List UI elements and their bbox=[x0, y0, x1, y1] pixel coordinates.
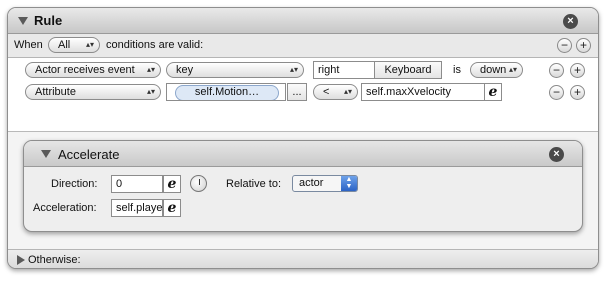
event-key-type-popup[interactable]: key ▴▾ bbox=[166, 62, 304, 78]
disclosure-triangle-icon[interactable] bbox=[41, 150, 51, 158]
remove-row-button[interactable]: − bbox=[549, 63, 564, 78]
direction-field[interactable]: 0 bbox=[111, 175, 163, 193]
add-condition-button[interactable]: + bbox=[576, 38, 591, 53]
condition-type-popup[interactable]: Attribute ▴▾ bbox=[25, 84, 161, 100]
key-field[interactable]: right bbox=[313, 61, 375, 79]
popup-arrows-icon: ▴▾ bbox=[343, 87, 352, 96]
otherwise-bar[interactable]: Otherwise: bbox=[8, 249, 598, 268]
rule-title: Rule bbox=[34, 13, 63, 28]
event-type-value: Actor receives event bbox=[35, 64, 135, 76]
attribute-field[interactable]: self.Motion… bbox=[166, 83, 286, 101]
remove-condition-button[interactable]: − bbox=[557, 38, 572, 53]
expression-editor-icon[interactable]: e bbox=[163, 175, 181, 193]
compare-value-field[interactable]: self.maxXvelocity bbox=[361, 83, 485, 101]
rule-header[interactable]: Rule × bbox=[8, 8, 598, 34]
is-label: is bbox=[453, 64, 461, 76]
direction-dial-icon[interactable] bbox=[190, 175, 207, 192]
accelerate-panel: Accelerate × Direction: 0 e Relative to:… bbox=[23, 140, 583, 232]
popup-arrows-icon: ▴▾ bbox=[289, 65, 298, 74]
relative-to-label: Relative to: bbox=[226, 178, 282, 190]
close-rule-icon[interactable]: × bbox=[563, 14, 578, 29]
add-row-button[interactable]: + bbox=[570, 63, 585, 78]
popup-arrows-icon: ▴▾ bbox=[146, 65, 155, 74]
relative-to-value: actor bbox=[299, 177, 324, 189]
expression-editor-icon[interactable]: e bbox=[484, 83, 502, 101]
keyboard-button[interactable]: Keyboard bbox=[374, 61, 442, 79]
condition-type-value: Attribute bbox=[35, 86, 76, 98]
operator-popup[interactable]: < ▴▾ bbox=[313, 84, 358, 100]
dial-pointer bbox=[199, 179, 200, 185]
expression-editor-icon[interactable]: e bbox=[163, 199, 181, 217]
attribute-browse-button[interactable]: ... bbox=[287, 83, 307, 101]
key-state-value: down bbox=[480, 64, 507, 76]
conditions-list: Actor receives event ▴▾ key ▴▾ right Key… bbox=[8, 58, 598, 132]
acceleration-field[interactable]: self.player bbox=[111, 199, 163, 217]
add-row-button[interactable]: + bbox=[570, 85, 585, 100]
key-state-popup[interactable]: down ▴▾ bbox=[470, 62, 523, 78]
conditions-label: conditions are valid: bbox=[106, 39, 204, 51]
when-bar: When All ▴▾ conditions are valid: − + bbox=[8, 34, 598, 58]
event-key-type-value: key bbox=[176, 64, 194, 76]
popup-arrows-icon: ▲ ▼ bbox=[341, 176, 357, 191]
when-label: When bbox=[14, 39, 43, 51]
direction-label: Direction: bbox=[51, 178, 98, 190]
acceleration-label: Acceleration: bbox=[33, 202, 97, 214]
popup-arrows-icon: ▴▾ bbox=[146, 87, 155, 96]
attribute-token[interactable]: self.Motion… bbox=[175, 85, 279, 100]
accelerate-header[interactable]: Accelerate × bbox=[24, 141, 582, 167]
event-type-popup[interactable]: Actor receives event ▴▾ bbox=[25, 62, 161, 78]
operator-value: < bbox=[323, 86, 330, 98]
close-behavior-icon[interactable]: × bbox=[549, 147, 564, 162]
disclosure-triangle-icon[interactable] bbox=[18, 17, 28, 25]
remove-row-button[interactable]: − bbox=[549, 85, 564, 100]
when-condition-value: All bbox=[58, 39, 71, 51]
popup-arrows-icon: ▴▾ bbox=[508, 65, 517, 74]
when-condition-popup[interactable]: All ▴▾ bbox=[48, 37, 100, 53]
relative-to-popup[interactable]: actor ▲ ▼ bbox=[292, 175, 358, 192]
disclosure-triangle-icon[interactable] bbox=[17, 255, 25, 265]
otherwise-label: Otherwise: bbox=[28, 254, 81, 266]
accelerate-title: Accelerate bbox=[58, 147, 120, 162]
popup-arrows-icon: ▴▾ bbox=[85, 40, 94, 49]
